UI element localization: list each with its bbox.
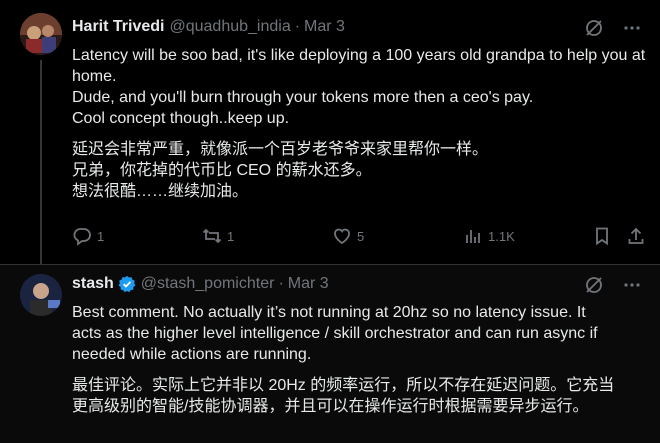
- grok-icon[interactable]: [584, 18, 604, 43]
- like-count: 5: [357, 228, 365, 244]
- text-line: Latency will be soo bad, it's like deplo…: [72, 47, 650, 85]
- tweet-text: Latency will be soo bad, it's like deplo…: [72, 45, 647, 212]
- author-name[interactable]: Harit Trivedi: [72, 18, 164, 36]
- text-line: Cool concept though..keep up.: [72, 110, 290, 127]
- tweet-quadhub[interactable]: Harit Trivedi @quadhub_india · Mar 3 Lat…: [0, 0, 660, 264]
- separator-dot: ·: [294, 18, 301, 35]
- tweet-header: stash @stash_pomichter · Mar 3: [72, 275, 329, 293]
- repost-count: 1: [227, 228, 235, 244]
- share-button[interactable]: [626, 226, 646, 246]
- tweet-date[interactable]: Mar 3: [288, 275, 329, 293]
- author-handle[interactable]: @quadhub_india: [169, 18, 290, 36]
- text-line: needed while actions are running.: [72, 346, 312, 363]
- views-button[interactable]: 1.1K: [463, 226, 515, 246]
- repost-button[interactable]: 1: [202, 226, 234, 246]
- repost-icon: [202, 228, 222, 244]
- avatar[interactable]: [20, 13, 62, 55]
- bookmark-button[interactable]: [592, 226, 612, 246]
- author-handle[interactable]: @stash_pomichter: [141, 275, 275, 293]
- share-icon: [628, 227, 644, 244]
- text-line: 延迟会非常严重，就像派一个百岁老爷爷来家里帮你一样。: [72, 141, 489, 158]
- text-line: Best comment. No actually it’s not runni…: [72, 304, 586, 321]
- grok-icon[interactable]: [584, 275, 604, 300]
- tweet-top-icons: [584, 18, 642, 43]
- tweet-stash[interactable]: stash @stash_pomichter · Mar 3 Best comm…: [0, 264, 660, 443]
- tweet-top-icons: [584, 275, 642, 300]
- tweet-date[interactable]: Mar 3: [304, 18, 345, 36]
- reply-button[interactable]: 1: [72, 226, 104, 246]
- author-name[interactable]: stash: [72, 275, 114, 293]
- tweet-text-english: Best comment. No actually it’s not runni…: [72, 302, 647, 365]
- reply-count: 1: [97, 228, 105, 244]
- text-line: Dude, and you'll burn through your token…: [72, 89, 534, 106]
- text-line: acts as the higher level intelligence / …: [72, 325, 598, 342]
- text-line: 更高级别的智能/技能协调器，并且可以在操作运行时根据需要异步运行。: [72, 398, 589, 415]
- text-line: 兄弟，你花掉的代币比 CEO 的薪水还多。: [72, 162, 372, 179]
- more-icon[interactable]: [622, 275, 642, 300]
- thread-line: [40, 60, 42, 264]
- like-button[interactable]: 5: [332, 226, 364, 246]
- tweet-text: Best comment. No actually it’s not runni…: [72, 302, 647, 427]
- tweet-text-chinese: 最佳评论。实际上它并非以 20Hz 的频率运行，所以不存在延迟问题。它充当 更高…: [72, 375, 647, 417]
- tweet-text-english: Latency will be soo bad, it's like deplo…: [72, 45, 647, 129]
- text-line: 最佳评论。实际上它并非以 20Hz 的频率运行，所以不存在延迟问题。它充当: [72, 377, 615, 394]
- more-icon[interactable]: [622, 18, 642, 43]
- views-count: 1.1K: [488, 228, 515, 244]
- reply-icon: [73, 228, 91, 246]
- tweet-header: Harit Trivedi @quadhub_india · Mar 3: [72, 18, 345, 36]
- tweet-text-chinese: 延迟会非常严重，就像派一个百岁老爷爷来家里帮你一样。 兄弟，你花掉的代币比 CE…: [72, 139, 647, 202]
- bookmark-icon: [596, 227, 608, 246]
- avatar[interactable]: [20, 274, 62, 316]
- verified-badge-icon: [118, 275, 136, 293]
- tweet-actions: 1 1 5 1.1K: [72, 226, 647, 254]
- separator-dot: ·: [278, 275, 284, 292]
- views-icon: [466, 230, 480, 243]
- like-icon: [334, 228, 350, 245]
- text-line: 想法很酷……继续加油。: [72, 183, 249, 200]
